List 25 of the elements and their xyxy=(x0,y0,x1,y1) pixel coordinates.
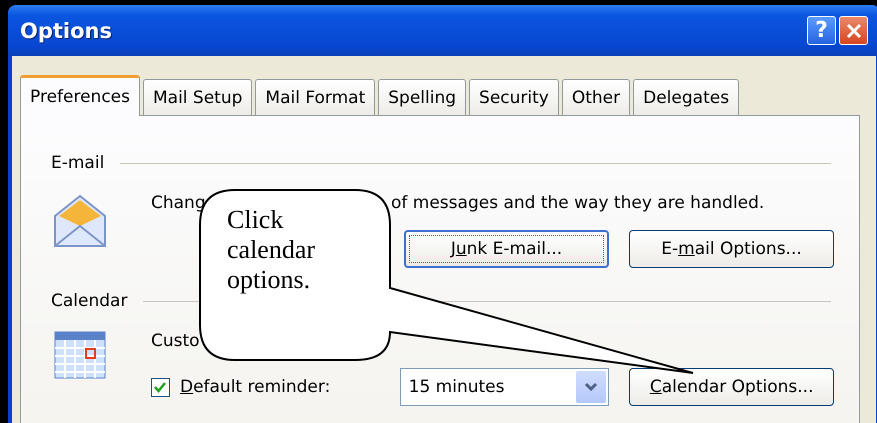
close-button[interactable] xyxy=(839,16,868,45)
envelope-icon xyxy=(53,192,107,248)
tab[interactable]: Delegates xyxy=(633,79,740,116)
reminder-checkbox[interactable] xyxy=(151,378,170,396)
description-text: Custo xyxy=(151,331,201,351)
reminder-dropdown[interactable]: 15 minutes xyxy=(400,368,610,406)
options-button[interactable]: Calendar Options... xyxy=(629,368,834,406)
caret-icon xyxy=(584,382,598,392)
options-button[interactable]: Junk E-mail... xyxy=(404,230,609,268)
section-title: E-mail xyxy=(51,153,104,173)
window-title: Options xyxy=(20,18,113,42)
section-title: Calendar xyxy=(51,291,128,311)
tab[interactable]: Security xyxy=(469,79,559,116)
tab[interactable]: Other xyxy=(562,79,630,116)
close-icon xyxy=(846,22,862,38)
tab[interactable]: Spelling xyxy=(378,79,466,116)
calendar-icon xyxy=(53,330,107,380)
tab[interactable]: Mail Setup xyxy=(142,79,252,116)
tab[interactable]: Preferences xyxy=(20,75,140,116)
description-text: of messages and the way they are handled. xyxy=(391,193,764,213)
options-button[interactable]: E-mail Options... xyxy=(629,230,834,268)
callout-text: Click calendar options. xyxy=(227,205,316,295)
reminder-label: Default reminder: xyxy=(180,377,332,397)
description-text: Chang xyxy=(151,193,207,213)
tab[interactable]: Mail Format xyxy=(255,79,376,116)
